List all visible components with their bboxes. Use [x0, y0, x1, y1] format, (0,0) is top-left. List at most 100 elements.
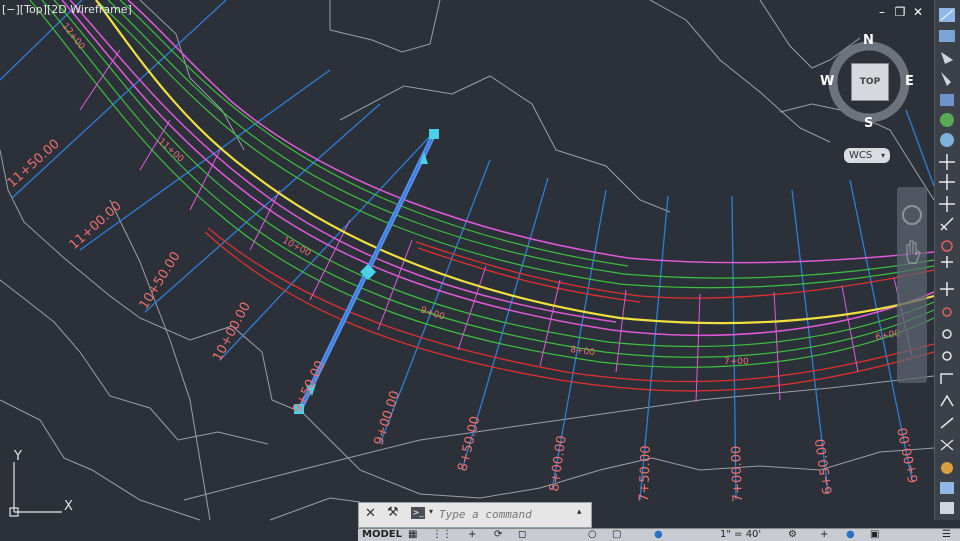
- toolbar-button[interactable]: [941, 256, 953, 268]
- osnap-icon[interactable]: ◻: [518, 529, 526, 541]
- terrain-line: [329, 0, 441, 53]
- ucs-x-label: X: [64, 499, 73, 514]
- viewcube-top-face[interactable]: TOP: [851, 63, 889, 101]
- transparency-icon[interactable]: ▢: [612, 529, 621, 541]
- move-icon[interactable]: [939, 174, 955, 190]
- toolbar-button[interactable]: [940, 417, 954, 429]
- compass-north[interactable]: N: [863, 33, 874, 48]
- compass-east[interactable]: E: [905, 74, 914, 89]
- toolbar-button[interactable]: [939, 30, 955, 42]
- viewport-restore-button[interactable]: ❐: [892, 5, 908, 19]
- command-prompt-icon[interactable]: >_: [411, 507, 425, 519]
- alignment-label: 9+00: [419, 305, 446, 322]
- station-label: 10+50.00: [137, 249, 184, 312]
- edge-line: [69, 0, 617, 323]
- customize-menu-icon[interactable]: ☰: [942, 529, 951, 541]
- move-icon[interactable]: [939, 196, 955, 212]
- compass-south[interactable]: S: [864, 116, 873, 131]
- command-input[interactable]: [439, 506, 571, 522]
- isolate-icon[interactable]: ●: [846, 529, 855, 541]
- station-label: 7+50.00: [637, 445, 654, 502]
- grid-icon[interactable]: ▦: [408, 529, 417, 541]
- toolbar-button[interactable]: [941, 72, 951, 86]
- toolbar-button[interactable]: [940, 282, 954, 296]
- toolbar-button[interactable]: [941, 240, 953, 252]
- terrain-line: [0, 399, 201, 521]
- polar-icon[interactable]: ⟳: [494, 529, 502, 541]
- workspace-gear-icon[interactable]: ⚙: [788, 529, 797, 541]
- terrain-line: [339, 75, 671, 213]
- lineweight-icon[interactable]: ○: [588, 529, 597, 541]
- toolbar-button[interactable]: [940, 482, 954, 494]
- model-tab[interactable]: MODEL: [362, 529, 402, 541]
- toolbar-button[interactable]: [941, 462, 953, 474]
- toolbar-button[interactable]: [942, 351, 952, 361]
- terrain-line: [139, 0, 245, 151]
- station-label: 11+00.00: [67, 199, 125, 253]
- terrain-line: [0, 149, 297, 411]
- station-label: 9+00.00: [372, 389, 404, 447]
- globe-icon[interactable]: [940, 133, 954, 147]
- status-bar: MODEL ▦ ⋮⋮ + ⟳ ◻ ○ ▢ ● 1" = 40' ⚙ + ● ▣ …: [358, 528, 960, 541]
- station-label: 6+00.00: [896, 426, 922, 484]
- globe-icon[interactable]: [940, 113, 954, 127]
- corridor-line: [41, 0, 935, 358]
- pan-hand-icon[interactable]: [906, 240, 921, 264]
- tick: [539, 279, 561, 367]
- edge-line: [127, 0, 935, 264]
- ucs-icon: [9, 462, 62, 517]
- wcs-menu-button[interactable]: WCS ▾: [844, 148, 890, 163]
- toolbar-button[interactable]: [942, 307, 952, 317]
- grip-end[interactable]: [429, 129, 439, 139]
- right-toolbar: [934, 0, 960, 520]
- navigation-bar[interactable]: [897, 187, 927, 383]
- alignment-label: 7+00: [724, 357, 749, 367]
- navigation-bar-icons: [902, 205, 922, 264]
- viewport-close-button[interactable]: ✕: [910, 5, 926, 19]
- viewport-minimize-button[interactable]: –: [874, 5, 890, 19]
- toolbar-button[interactable]: [940, 502, 954, 514]
- compass-west[interactable]: W: [820, 74, 834, 89]
- terrain-line: [299, 409, 935, 499]
- tick: [773, 291, 781, 401]
- drawing-viewport[interactable]: 11+50.00 11+00.00 10+50.00 10+00.00 9+50…: [0, 0, 960, 540]
- toolbar-button[interactable]: [941, 52, 953, 64]
- close-icon[interactable]: ✕: [365, 506, 376, 521]
- snap-icon[interactable]: ⋮⋮: [432, 529, 452, 541]
- toolbar-button[interactable]: [940, 439, 954, 451]
- hardware-icon[interactable]: ▣: [870, 529, 879, 541]
- toolbar-button[interactable]: [939, 8, 955, 22]
- viewport-controls-label[interactable]: [−][Top][2D Wireframe]: [2, 3, 132, 16]
- chevron-down-icon[interactable]: ▾: [429, 507, 433, 516]
- wrench-icon[interactable]: ⚒: [387, 505, 399, 520]
- station-label: 8+00.00: [547, 435, 570, 493]
- toolbar-button[interactable]: [940, 394, 954, 407]
- terrain-line: [269, 497, 361, 521]
- wcs-label: WCS: [849, 150, 873, 161]
- station-label: 11+50.00: [5, 137, 63, 191]
- chevron-up-icon[interactable]: ▴: [577, 507, 582, 517]
- tick: [841, 285, 859, 373]
- toolbar-button[interactable]: [940, 217, 954, 231]
- alignment-label: 12+00: [60, 22, 87, 52]
- toolbar-button[interactable]: [940, 94, 954, 106]
- tick: [79, 49, 121, 111]
- move-icon[interactable]: [939, 154, 955, 170]
- terrain-line: [649, 0, 831, 143]
- corridor-ticks: [79, 49, 913, 403]
- ucs-y-label: Y: [13, 449, 22, 464]
- station-label: 7+00.00: [729, 446, 746, 503]
- command-line: ✕ ⚒ >_ ▾ ▴: [358, 502, 592, 528]
- annotation-scale[interactable]: 1" = 40': [720, 529, 761, 541]
- alignment-label: 8+00: [570, 345, 596, 358]
- toolbar-button[interactable]: [942, 329, 952, 339]
- steering-wheel-icon[interactable]: [902, 205, 922, 225]
- toolbar-icons: [939, 8, 955, 514]
- drawing-canvas[interactable]: 11+50.00 11+00.00 10+50.00 10+00.00 9+50…: [0, 0, 960, 540]
- annotation-visibility-icon[interactable]: ●: [654, 529, 663, 541]
- toolbar-button[interactable]: [940, 373, 953, 384]
- plus-icon[interactable]: +: [820, 529, 828, 541]
- terrain-line: [0, 279, 269, 445]
- ortho-icon[interactable]: +: [468, 529, 476, 541]
- alignment-label: 11+00: [156, 137, 186, 165]
